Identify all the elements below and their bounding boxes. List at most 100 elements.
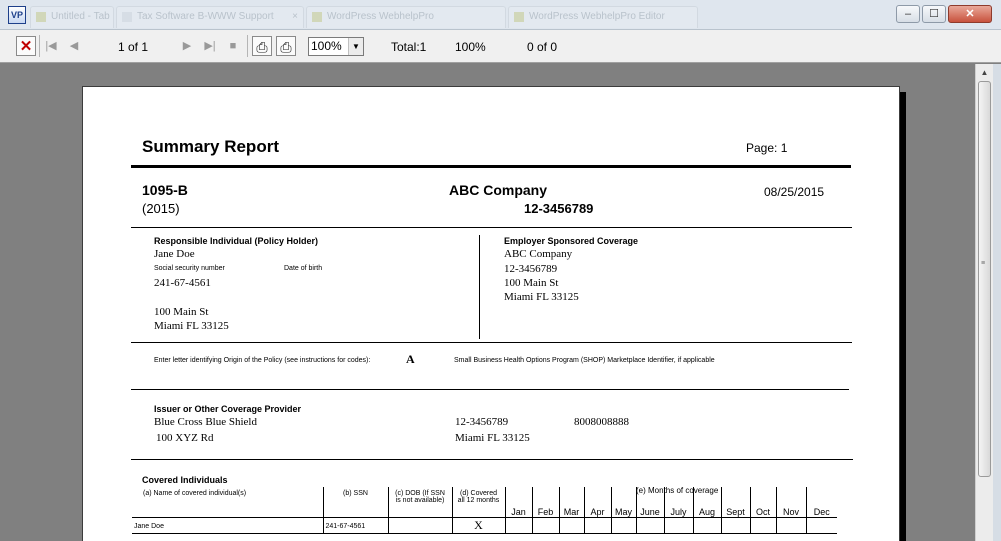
month-header: Dec <box>805 487 837 517</box>
report-title: Summary Report <box>142 137 279 156</box>
background-tab[interactable]: Tax Software B-WWW Support × <box>116 6 304 28</box>
report-toolbar: ✕ |◀ ◀ 1 of 1 ▶ ▶| ■ ⎙ ⎙ 100% ▼ Total:1 … <box>0 30 1001 63</box>
vertical-scrollbar[interactable]: ▲ ≡ <box>975 64 993 541</box>
issuer-heading: Issuer or Other Coverage Provider <box>154 404 302 414</box>
chevron-down-icon[interactable]: ▼ <box>348 38 363 55</box>
covered-individuals-table: (a) Name of covered individual(s) (b) SS… <box>132 487 837 534</box>
scrollbar-grip-icon: ≡ <box>981 260 986 267</box>
tab-label: WordPress WebhelpPro Editor <box>529 11 665 22</box>
tab-label: WordPress WebhelpPro <box>327 11 434 22</box>
table-header-row: (a) Name of covered individual(s) (b) SS… <box>132 487 837 517</box>
covered-dob-cell <box>387 517 452 533</box>
month-header: Apr <box>583 487 611 517</box>
maximize-button[interactable]: ☐ <box>922 5 946 23</box>
company-ein: 12-3456789 <box>524 201 594 216</box>
tab-favicon-icon <box>36 12 46 22</box>
window-frame-edge <box>993 64 1001 541</box>
month-header: Mar <box>558 487 584 517</box>
scroll-up-arrow-icon[interactable]: ▲ <box>976 64 993 81</box>
origin-of-policy-code: A <box>406 352 415 366</box>
next-page-button[interactable]: ▶ <box>177 36 197 56</box>
month-header: Sept <box>720 487 750 517</box>
print-setup-icon[interactable]: ⎙ <box>276 36 296 56</box>
background-tab[interactable]: Untitled - Tab 1 <box>30 6 114 28</box>
total-pages-label: Total:1 <box>391 40 427 54</box>
tab-close-icon[interactable]: × <box>292 7 298 27</box>
tab-favicon-icon <box>312 12 322 22</box>
month-header: Jan <box>504 487 532 517</box>
covered-all12-cell: X <box>451 517 505 533</box>
page-number-label: Page: 1 <box>746 141 788 155</box>
report-viewport[interactable]: Summary Report Page: 1 1095-B (2015) ABC… <box>0 64 975 541</box>
month-header: Feb <box>531 487 559 517</box>
title-rule <box>131 165 851 168</box>
tab-label: Tax Software B-WWW Support <box>137 11 274 22</box>
company-name: ABC Company <box>449 182 548 198</box>
tab-label: Untitled - Tab 1 <box>51 11 114 22</box>
employer-coverage-heading: Employer Sponsored Coverage <box>504 236 639 246</box>
responsible-ssn: 241-67-4561 <box>154 277 211 289</box>
month-header: May <box>610 487 636 517</box>
issuer-ein: 12-3456789 <box>455 416 509 428</box>
zoom-dropdown[interactable]: 100% ▼ <box>308 37 364 56</box>
scrollbar-thumb[interactable]: ≡ <box>978 81 991 477</box>
covered-ssn-cell: 241-67-4561 <box>322 517 388 533</box>
background-tab[interactable]: WordPress WebhelpPro <box>306 6 506 28</box>
previous-page-button[interactable]: ◀ <box>64 36 84 56</box>
month-cell <box>504 517 532 533</box>
responsible-address-line2: Miami FL 33125 <box>154 320 229 332</box>
issuer-phone: 8008008888 <box>574 416 629 428</box>
month-cell <box>720 517 750 533</box>
section-divider <box>131 227 852 228</box>
responsible-individual-heading: Responsible Individual (Policy Holder) <box>154 236 319 246</box>
month-cell <box>663 517 693 533</box>
section-divider <box>131 389 849 390</box>
month-header: Nov <box>775 487 806 517</box>
toolbar-separator <box>247 35 248 57</box>
form-name: 1095-B <box>142 182 188 198</box>
month-header: June <box>635 487 664 517</box>
form-year: (2015) <box>142 201 180 216</box>
month-cell <box>635 517 664 533</box>
col-name-header: (a) Name of covered individual(s) <box>143 490 247 497</box>
employer-address-line1: 100 Main St <box>504 277 559 289</box>
page-indicator: 1 of 1 <box>118 40 149 54</box>
issuer-address-line1: 100 XYZ Rd <box>156 432 214 444</box>
employer-ein: 12-3456789 <box>504 263 558 275</box>
covered-individuals-heading: Covered Individuals <box>142 475 228 485</box>
toolbar-separator <box>39 35 40 57</box>
section-divider <box>131 342 852 343</box>
month-cell <box>558 517 584 533</box>
month-cell <box>610 517 636 533</box>
search-match-count: 0 of 0 <box>527 40 558 54</box>
tab-favicon-icon <box>514 12 524 22</box>
dob-label: Date of birth <box>284 265 323 272</box>
month-header: Oct <box>749 487 776 517</box>
col-all12-header: (d) Covered all 12 months <box>451 487 505 517</box>
background-tab[interactable]: WordPress WebhelpPro Editor <box>508 6 698 28</box>
col-ssn-header: (b) SSN <box>322 487 388 517</box>
minimize-button[interactable]: – <box>896 5 920 23</box>
month-cell <box>692 517 721 533</box>
employer-name: ABC Company <box>504 248 573 260</box>
window-title-bar: VP Untitled - Tab 1 Tax Software B-WWW S… <box>0 0 1001 30</box>
issuer-name: Blue Cross Blue Shield <box>154 416 257 428</box>
close-window-button[interactable]: ✕ <box>948 5 992 23</box>
zoom-value: 100% <box>311 39 342 53</box>
covered-name-cell: Jane Doe <box>134 522 164 530</box>
issuer-address-line2: Miami FL 33125 <box>455 432 530 444</box>
first-page-button[interactable]: |◀ <box>41 36 61 56</box>
month-header: Aug <box>692 487 721 517</box>
tab-favicon-icon <box>122 12 132 22</box>
month-cell <box>775 517 806 533</box>
shop-identifier-label: Small Business Health Options Program (S… <box>454 357 715 364</box>
col-dob-header: (c) DOB (If SSN is not available) <box>387 487 452 517</box>
responsible-name: Jane Doe <box>154 248 195 260</box>
print-icon[interactable]: ⎙ <box>252 36 272 56</box>
last-page-button[interactable]: ▶| <box>200 36 220 56</box>
stop-button[interactable]: ■ <box>223 36 243 56</box>
column-divider <box>479 235 480 339</box>
close-report-button[interactable]: ✕ <box>16 36 36 56</box>
origin-of-policy-label: Enter letter identifying Origin of the P… <box>154 357 371 364</box>
month-cell <box>583 517 611 533</box>
